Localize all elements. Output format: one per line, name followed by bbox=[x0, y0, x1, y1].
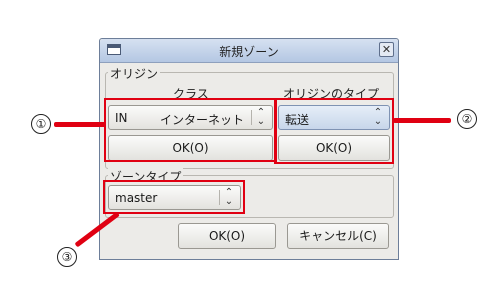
annotation-box-origin-type bbox=[274, 98, 394, 164]
cancel-button[interactable]: キャンセル(C) bbox=[287, 223, 389, 249]
annotation-line-2 bbox=[393, 118, 451, 123]
ok-button[interactable]: OK(O) bbox=[178, 223, 276, 249]
close-icon[interactable]: ✕ bbox=[379, 42, 394, 57]
marker-2: ② bbox=[457, 109, 477, 129]
title-bar[interactable]: 新規ゾーン ✕ bbox=[100, 39, 398, 63]
origin-group-label: オリジン bbox=[108, 65, 161, 82]
annotation-box-class bbox=[104, 98, 277, 162]
marker-3: ③ bbox=[57, 247, 77, 267]
marker-1: ① bbox=[31, 114, 51, 134]
dialog-title: 新規ゾーン bbox=[219, 45, 279, 59]
annotation-box-zone-type bbox=[103, 180, 245, 214]
annotation-line-1 bbox=[54, 122, 106, 127]
